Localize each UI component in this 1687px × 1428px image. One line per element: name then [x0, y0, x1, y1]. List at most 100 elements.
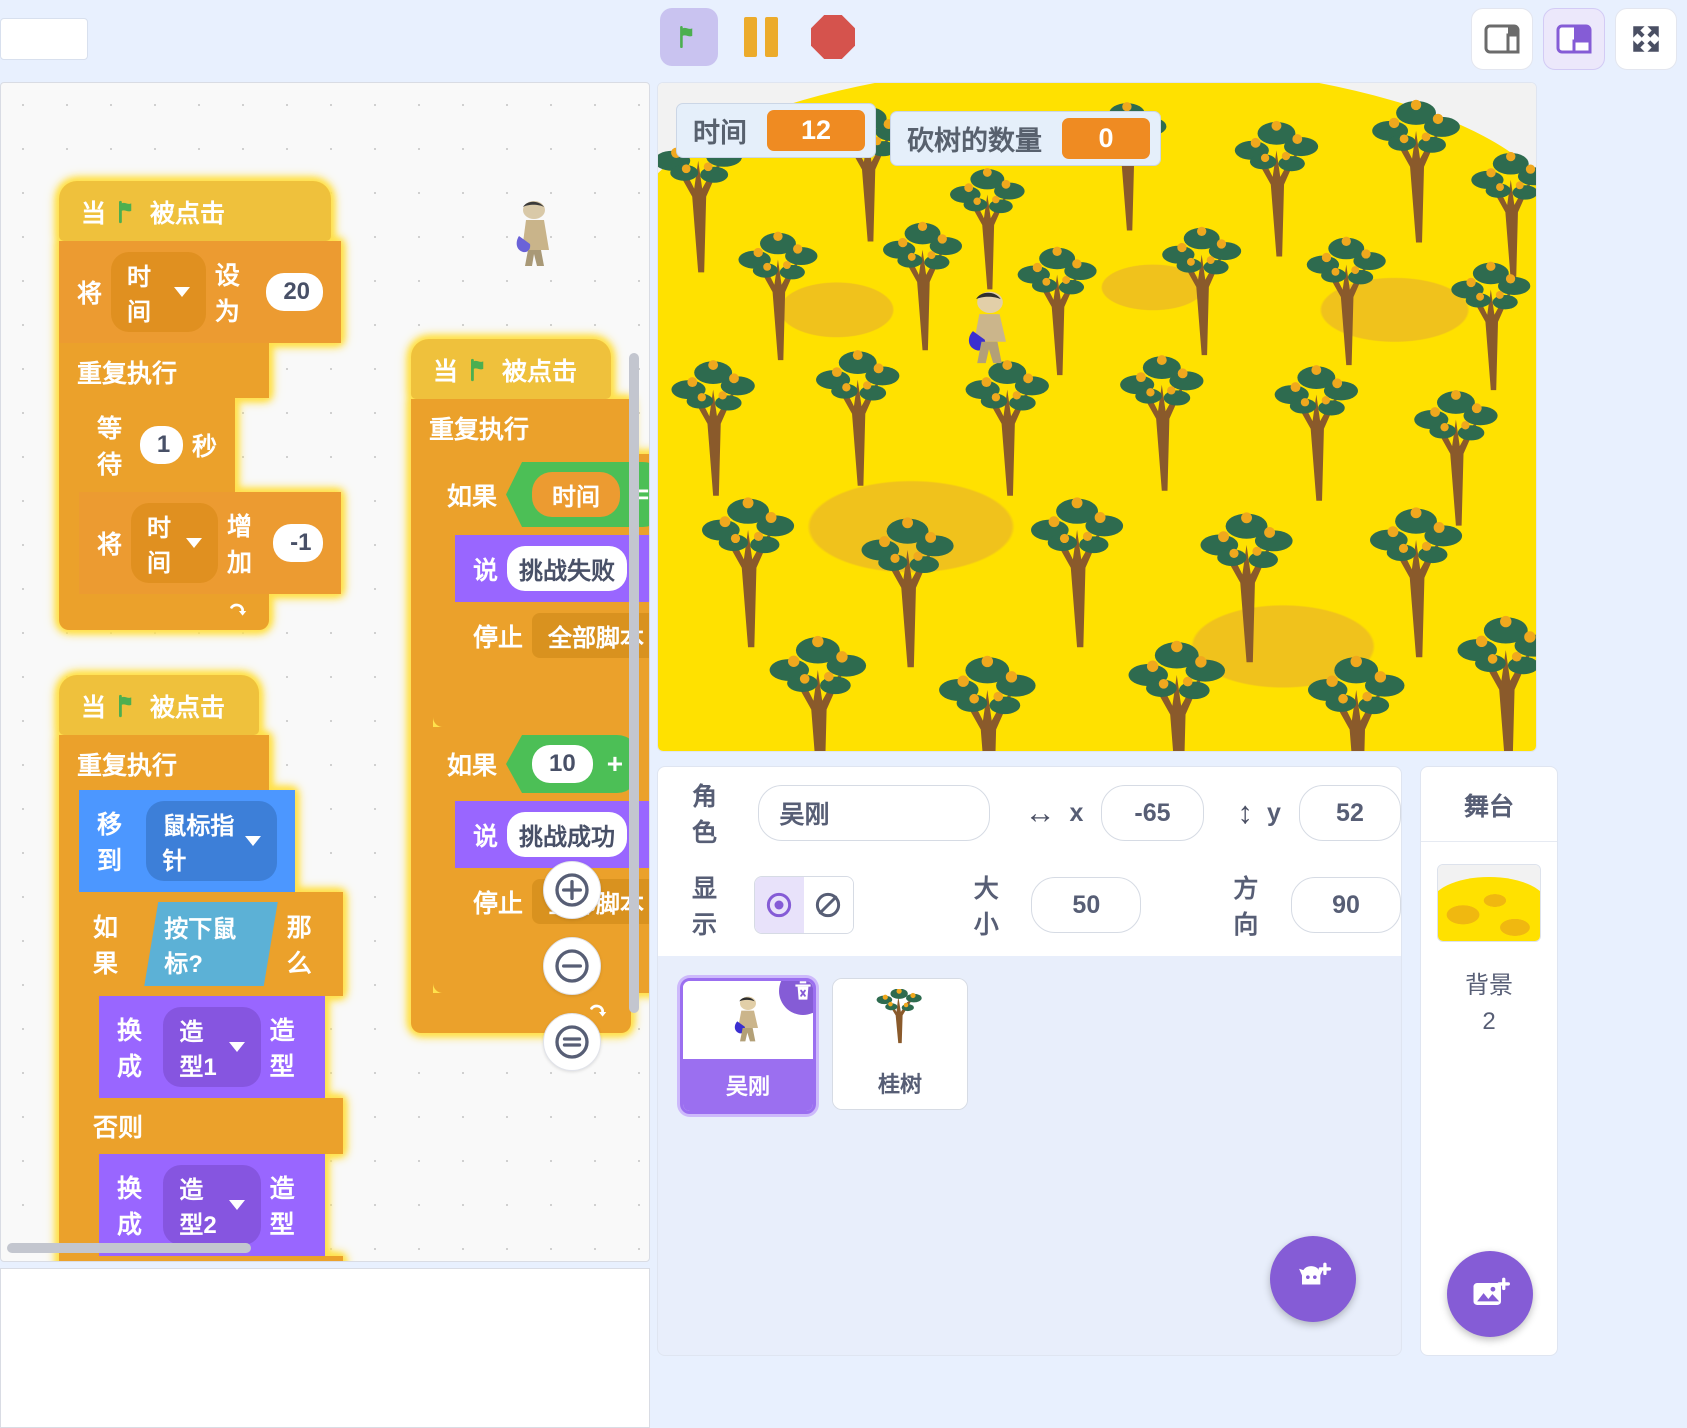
loop-arrow-icon: [230, 603, 247, 616]
add-operator[interactable]: 10 +: [506, 735, 640, 793]
zoom-in-button[interactable]: [543, 861, 601, 919]
backdrop-thumbnail[interactable]: [1437, 864, 1541, 942]
hat-post-label: 被点击: [150, 694, 226, 722]
direction-label: 方向: [1233, 875, 1259, 939]
forever-body: 如果 时间 = 说 挑战失败 停止 全部脚本 如果 10 + 说 挑战成功 停止: [411, 454, 649, 993]
when-flag-clicked-block[interactable]: 当 被点击: [411, 339, 611, 399]
c-spine: [433, 535, 455, 669]
else-label-row[interactable]: 否则: [79, 1098, 343, 1154]
add-backdrop-button[interactable]: [1447, 1251, 1533, 1337]
code-workspace[interactable]: 当 被点击 将 时间 设为 20 重复执行 等待 1 秒 将 时间 增加 -1 …: [0, 82, 650, 1262]
switch-costume-block[interactable]: 换成 造型1 造型: [99, 996, 325, 1098]
say-text-input[interactable]: 挑战成功: [507, 812, 628, 857]
say-text-input[interactable]: 挑战失败: [507, 546, 628, 591]
variable-dropdown[interactable]: 时间: [111, 252, 206, 332]
say-block[interactable]: 说 挑战失败: [455, 535, 649, 602]
when-flag-clicked-block[interactable]: 当 被点击: [59, 181, 331, 241]
operand-left-input[interactable]: 10: [532, 745, 593, 783]
size-input[interactable]: 50: [1031, 877, 1142, 933]
when-flag-clicked-block[interactable]: 当 被点击: [59, 675, 259, 735]
then-word: 那么: [286, 914, 312, 978]
script-win-lose[interactable]: 当 被点击 重复执行 如果 时间 = 说 挑战失败 停止 全部脚本 如果 10 …: [411, 339, 649, 1033]
goto-target-dropdown[interactable]: 鼠标指针: [146, 801, 277, 881]
costume-word: 造型: [269, 1017, 295, 1081]
set-value-input[interactable]: 20: [266, 273, 323, 311]
stage-selector-panel[interactable]: 舞台 背景 2: [1420, 766, 1558, 1356]
vertical-scrollbar[interactable]: [629, 353, 639, 1013]
direction-input[interactable]: 90: [1290, 877, 1401, 933]
change-variable-block[interactable]: 将 时间 增加 -1: [79, 492, 341, 594]
variable-reporter[interactable]: 时间: [532, 472, 621, 517]
wait-seconds-input[interactable]: 1: [139, 426, 183, 464]
variable-watcher-tree-count[interactable]: 砍树的数量 0: [890, 111, 1161, 166]
wait-block[interactable]: 等待 1 秒: [79, 398, 235, 492]
if-block-header[interactable]: 如果 时间 =: [433, 454, 649, 535]
zoom-out-button[interactable]: [543, 937, 601, 995]
fullscreen-button[interactable]: [1615, 8, 1677, 70]
switch-word: 换成: [117, 1175, 143, 1239]
stage-panel-title: 舞台: [1421, 767, 1557, 842]
code-area-bottom-pane: [0, 1268, 650, 1428]
show-sprite-button[interactable]: [754, 877, 804, 933]
stage-trees: [658, 99, 1536, 751]
add-sprite-button[interactable]: [1270, 1236, 1356, 1322]
if-block-header[interactable]: 如果 10 +: [433, 727, 649, 801]
x-input[interactable]: -65: [1101, 785, 1204, 841]
forever-block-header[interactable]: 重复执行: [411, 399, 631, 454]
script-timer[interactable]: 当 被点击 将 时间 设为 20 重复执行 等待 1 秒 将 时间 增加 -1: [59, 181, 341, 630]
stage-area[interactable]: 时间 12 砍树的数量 0: [657, 82, 1537, 752]
sprite-info-row-2: 显示 大小 50 方向 90: [658, 859, 1401, 951]
stage-canvas[interactable]: 时间 12 砍树的数量 0: [658, 83, 1536, 751]
sprite-card-guishu[interactable]: 桂树: [832, 978, 968, 1110]
say-block[interactable]: 说 挑战成功: [455, 801, 649, 868]
chevron-down-icon: [173, 287, 190, 297]
top-bar: [0, 0, 1687, 78]
if-word: 如果: [93, 914, 119, 978]
horizontal-scrollbar[interactable]: [7, 1243, 251, 1253]
chevron-down-icon: [228, 1042, 245, 1052]
large-stage-layout-button[interactable]: [1543, 8, 1605, 70]
sprite-info-row-1: 角色 吴刚 ↔ x -65 ↕ y 52: [658, 767, 1402, 859]
stop-button[interactable]: [804, 8, 862, 66]
mouse-down-condition[interactable]: 按下鼠标?: [144, 902, 278, 986]
y-input[interactable]: 52: [1298, 785, 1402, 841]
green-flag-button[interactable]: [660, 8, 718, 66]
forever-body: 等待 1 秒 将 时间 增加 -1: [59, 398, 341, 594]
c-spine: [59, 790, 79, 1261]
add-backdrop-icon: [1473, 1277, 1510, 1305]
y-label: y: [1267, 798, 1281, 827]
zoom-reset-button[interactable]: [543, 1013, 601, 1071]
zoom-reset-icon: [555, 1025, 589, 1059]
x-label: x: [1069, 798, 1084, 827]
variable-watcher-time[interactable]: 时间 12: [676, 103, 877, 158]
go-to-block[interactable]: 移到 鼠标指针: [79, 790, 295, 892]
variable-dropdown[interactable]: 时间: [131, 503, 218, 583]
stop-block[interactable]: 停止 全部脚本: [455, 602, 649, 669]
script-follow-mouse[interactable]: 当 被点击 重复执行 移到 鼠标指针 如果 按下鼠标? 那么 换成 造型1 造型…: [59, 675, 343, 1261]
switch-costume-block[interactable]: 换成 造型2 造型: [99, 1154, 325, 1256]
small-stage-layout-button[interactable]: [1471, 8, 1533, 70]
change-value-input[interactable]: -1: [273, 524, 323, 562]
hat-post-label: 被点击: [502, 358, 578, 386]
stage-controls: [660, 8, 862, 66]
sprite-name-input[interactable]: 吴刚: [758, 785, 991, 841]
size-label: 大小: [973, 875, 999, 939]
forever-block-header[interactable]: 重复执行: [59, 343, 269, 398]
sprite-card-label: 桂树: [833, 1057, 967, 1109]
costume-dropdown[interactable]: 造型1: [163, 1007, 261, 1087]
pause-button[interactable]: [732, 8, 790, 66]
variable-name: 时间: [127, 264, 152, 326]
forever-block-header[interactable]: 重复执行: [59, 735, 269, 790]
if-else-body: 换成 造型2 造型: [79, 1154, 343, 1256]
sprite-name-label: 角色: [692, 783, 718, 847]
sprite-thumbnail: [833, 979, 967, 1057]
if-else-block-header[interactable]: 如果 按下鼠标? 那么: [79, 892, 343, 996]
costume-dropdown[interactable]: 造型2: [163, 1165, 261, 1245]
hide-sprite-button[interactable]: [803, 877, 853, 933]
set-variable-block[interactable]: 将 时间 设为 20: [59, 241, 341, 343]
stage-sprite-wugang[interactable]: [958, 288, 1022, 370]
fullscreen-icon: [1633, 26, 1659, 52]
sprite-card-wugang[interactable]: 吴刚: [680, 978, 816, 1114]
watcher-value: 0: [1062, 118, 1150, 159]
backdrop-label: 背景: [1465, 972, 1513, 999]
